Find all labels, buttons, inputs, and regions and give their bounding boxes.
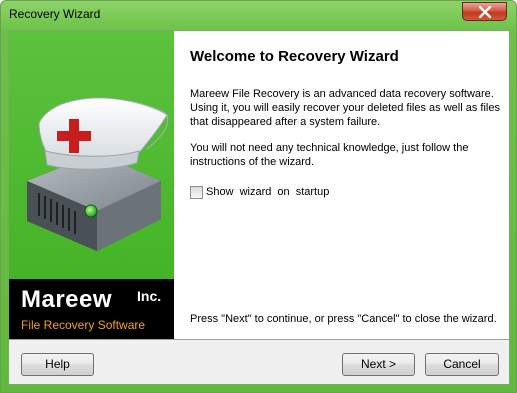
logo-company-suffix: Inc. [137, 288, 162, 304]
title-bar[interactable]: Recovery Wizard [1, 1, 516, 29]
navigation-hint: Press "Next" to continue, or press "Canc… [190, 313, 497, 325]
company-logo: Mareew Inc. File Recovery Software [9, 279, 174, 339]
show-wizard-startup-checkbox[interactable] [190, 186, 203, 199]
button-bar: Help Next > Cancel [9, 339, 509, 384]
close-icon [478, 6, 492, 18]
wizard-side-panel: Mareew Inc. File Recovery Software [9, 31, 174, 339]
logo-company-name: Mareew [21, 286, 113, 313]
intro-paragraph: Mareew File Recovery is an advanced data… [190, 88, 500, 128]
close-button[interactable] [462, 2, 507, 21]
logo-tagline: File Recovery Software [21, 318, 146, 332]
hard-drive-nurse-cap-illustration [27, 97, 169, 251]
next-button[interactable]: Next > [342, 353, 415, 376]
page-title: Welcome to Recovery Wizard [190, 48, 399, 65]
window-title: Recovery Wizard [9, 7, 101, 21]
wizard-client-area: Mareew Inc. File Recovery Software Welco… [8, 30, 510, 385]
show-wizard-startup-label[interactable]: Show wizard on startup [206, 186, 329, 198]
wizard-content: Welcome to Recovery Wizard Mareew File R… [174, 31, 509, 339]
instructions-paragraph: You will not need any technical knowledg… [190, 142, 469, 168]
nurse-cap-icon [38, 97, 168, 161]
recovery-wizard-window: Recovery Wizard Mareew Inc. File Recover… [0, 0, 517, 393]
cancel-button[interactable]: Cancel [425, 353, 499, 376]
drive-led-icon [84, 204, 98, 218]
help-button[interactable]: Help [21, 353, 94, 376]
